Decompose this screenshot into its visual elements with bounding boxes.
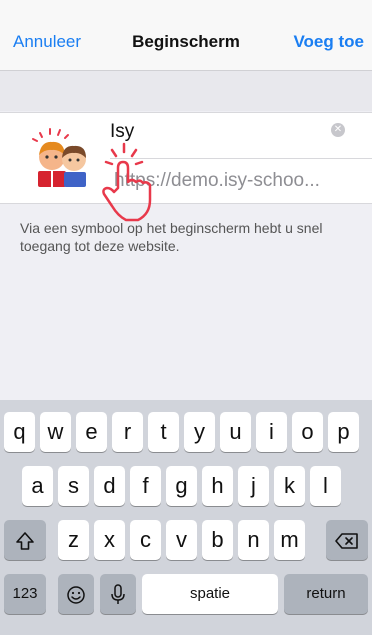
- key-r[interactable]: r: [112, 412, 143, 452]
- return-key[interactable]: return: [284, 574, 368, 614]
- bookmark-name-input[interactable]: Isy: [110, 121, 134, 143]
- key-u[interactable]: u: [220, 412, 251, 452]
- key-e[interactable]: e: [76, 412, 107, 452]
- hint-text: Via een symbool op het beginscherm hebt …: [20, 220, 323, 254]
- key-t[interactable]: t: [148, 412, 179, 452]
- bookmark-card: Isy ✕ https://demo.isy-schoo...: [0, 112, 372, 204]
- key-m[interactable]: m: [274, 520, 305, 560]
- key-s[interactable]: s: [58, 466, 89, 506]
- key-q[interactable]: q: [4, 412, 35, 452]
- key-l[interactable]: l: [310, 466, 341, 506]
- delete-key[interactable]: [326, 520, 368, 560]
- key-d[interactable]: d: [94, 466, 125, 506]
- add-button[interactable]: Voeg toe: [293, 32, 364, 52]
- key-h[interactable]: h: [202, 466, 233, 506]
- key-c[interactable]: c: [130, 520, 161, 560]
- emoji-key[interactable]: [58, 574, 94, 614]
- spacer-band: [0, 71, 372, 111]
- backspace-icon: [335, 533, 358, 549]
- keyboard: q w e r t y u i o p a s d f g h j k l z …: [0, 400, 372, 635]
- key-o[interactable]: o: [292, 412, 323, 452]
- clear-icon[interactable]: ✕: [331, 123, 345, 137]
- numbers-key[interactable]: 123: [4, 574, 46, 614]
- tap-hand-icon: [102, 142, 152, 222]
- key-n[interactable]: n: [238, 520, 269, 560]
- key-x[interactable]: x: [94, 520, 125, 560]
- key-p[interactable]: p: [328, 412, 359, 452]
- key-z[interactable]: z: [58, 520, 89, 560]
- key-k[interactable]: k: [274, 466, 305, 506]
- key-w[interactable]: w: [40, 412, 71, 452]
- shift-key[interactable]: [4, 520, 46, 560]
- microphone-icon: [111, 584, 125, 605]
- key-i[interactable]: i: [256, 412, 287, 452]
- key-a[interactable]: a: [22, 466, 53, 506]
- key-j[interactable]: j: [238, 466, 269, 506]
- navigation-bar: Annuleer Beginscherm Voeg toe: [0, 0, 372, 71]
- shift-icon: [16, 532, 34, 550]
- key-g[interactable]: g: [166, 466, 197, 506]
- microphone-key[interactable]: [100, 574, 136, 614]
- app-icon: [32, 128, 86, 187]
- key-y[interactable]: y: [184, 412, 215, 452]
- key-f[interactable]: f: [130, 466, 161, 506]
- emoji-icon: [67, 586, 85, 604]
- space-key[interactable]: spatie: [142, 574, 278, 614]
- key-b[interactable]: b: [202, 520, 233, 560]
- key-v[interactable]: v: [166, 520, 197, 560]
